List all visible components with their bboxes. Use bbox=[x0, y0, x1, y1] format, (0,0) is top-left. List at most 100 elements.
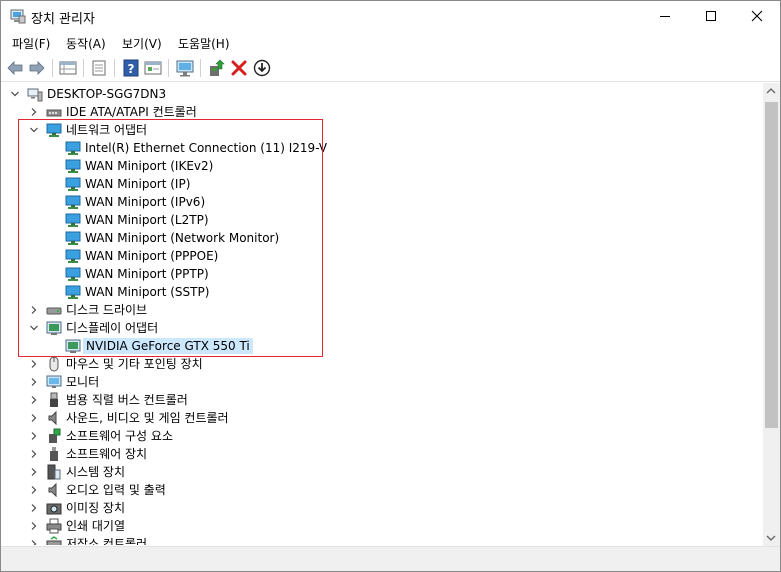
tree-item-wan-network-monitor[interactable]: WAN Miniport (Network Monitor) bbox=[1, 229, 763, 247]
help-icon[interactable]: ? bbox=[121, 58, 141, 78]
chevron-right-icon[interactable] bbox=[29, 467, 39, 477]
print-icon[interactable] bbox=[89, 58, 109, 78]
tree-item-software-components[interactable]: 소프트웨어 구성 요소 bbox=[1, 427, 763, 445]
chevron-right-icon[interactable] bbox=[29, 377, 39, 387]
minimize-button[interactable] bbox=[642, 1, 688, 31]
tree-item-label: WAN Miniport (PPTP) bbox=[85, 267, 209, 281]
close-button[interactable] bbox=[734, 1, 780, 31]
vertical-scroll-thumb[interactable] bbox=[765, 102, 778, 428]
tree-item-system-devices[interactable]: 시스템 장치 bbox=[1, 463, 763, 481]
chevron-right-icon[interactable] bbox=[29, 359, 39, 369]
tree-item-label: 소프트웨어 장치 bbox=[66, 447, 148, 461]
ide-controller-icon bbox=[46, 109, 62, 117]
update-driver-icon[interactable] bbox=[207, 58, 227, 78]
back-icon[interactable] bbox=[5, 58, 25, 78]
monitor-scan-icon[interactable] bbox=[175, 58, 195, 78]
menu-view[interactable]: 보기(V) bbox=[120, 35, 164, 52]
toolbar-separator bbox=[52, 59, 53, 77]
chevron-right-icon[interactable] bbox=[29, 305, 39, 315]
chevron-right-icon[interactable] bbox=[29, 485, 39, 495]
chevron-right-icon[interactable] bbox=[29, 449, 39, 459]
tree-item-label: 디스크 드라이브 bbox=[66, 303, 148, 317]
network-adapter-icon bbox=[65, 231, 81, 245]
speaker-icon bbox=[48, 482, 57, 498]
tree-item-wan-l2tp[interactable]: WAN Miniport (L2TP) bbox=[1, 211, 763, 229]
network-adapter-icon bbox=[65, 141, 81, 155]
tree-item-disk-drives[interactable]: 디스크 드라이브 bbox=[1, 301, 763, 319]
speaker-icon bbox=[48, 410, 57, 426]
tree-item-label: 시스템 장치 bbox=[66, 465, 126, 479]
tree-root[interactable]: DESKTOP-SGG7DN3 bbox=[1, 85, 763, 103]
chevron-right-icon[interactable] bbox=[29, 539, 39, 545]
tree-item-network-adapters[interactable]: 네트워크 어댑터 bbox=[1, 121, 763, 139]
tree-item-print-queues[interactable]: 인쇄 대기열 bbox=[1, 517, 763, 535]
menu-help[interactable]: 도움말(H) bbox=[176, 35, 232, 52]
menu-action[interactable]: 동작(A) bbox=[64, 35, 108, 52]
tree-item-usb-controllers[interactable]: 범용 직렬 버스 컨트롤러 bbox=[1, 391, 763, 409]
tree-item-label: WAN Miniport (L2TP) bbox=[85, 213, 209, 227]
tree-item-wan-ip[interactable]: WAN Miniport (IP) bbox=[1, 175, 763, 193]
chevron-right-icon[interactable] bbox=[29, 107, 39, 117]
maximize-button[interactable] bbox=[688, 1, 734, 31]
tree-item-display-adapters[interactable]: 디스플레이 어댑터 bbox=[1, 319, 763, 337]
properties-grid-icon[interactable] bbox=[58, 58, 78, 78]
tree-item-wan-sstp[interactable]: WAN Miniport (SSTP) bbox=[1, 283, 763, 301]
chevron-down-icon[interactable] bbox=[29, 125, 39, 135]
chevron-right-icon[interactable] bbox=[29, 413, 39, 423]
uninstall-icon[interactable] bbox=[229, 58, 249, 78]
device-tree[interactable]: DESKTOP-SGG7DN3 IDE ATA/ATAPI 컨트롤러 네트워크 … bbox=[1, 83, 763, 545]
menu-bar: 파일(F) 동작(A) 보기(V) 도움말(H) bbox=[1, 32, 780, 54]
tree-item-monitors[interactable]: 모니터 bbox=[1, 373, 763, 391]
monitor-icon bbox=[46, 375, 62, 388]
show-hidden-icon[interactable] bbox=[143, 58, 163, 78]
tree-item-label: IDE ATA/ATAPI 컨트롤러 bbox=[66, 105, 197, 119]
forward-icon[interactable] bbox=[27, 58, 47, 78]
tree-item-label: 오디오 입력 및 출력 bbox=[66, 483, 166, 497]
network-adapter-icon bbox=[65, 213, 81, 227]
chevron-right-icon[interactable] bbox=[29, 521, 39, 531]
tree-item-mice[interactable]: 마우스 및 기타 포인팅 장치 bbox=[1, 355, 763, 373]
scroll-down-arrow-icon[interactable] bbox=[766, 534, 776, 542]
device-manager-window: 장치 관리자 파일(F) 동작(A) 보기(V) 도움말(H) ? DESKTO… bbox=[0, 0, 781, 572]
software-device-icon bbox=[50, 447, 58, 461]
display-adapter-icon bbox=[65, 339, 81, 353]
minimize-icon bbox=[660, 16, 670, 17]
scroll-up-arrow-icon[interactable] bbox=[766, 87, 776, 95]
tree-item-wan-ikev2[interactable]: WAN Miniport (IKEv2) bbox=[1, 157, 763, 175]
tree-item-label: WAN Miniport (Network Monitor) bbox=[85, 231, 280, 245]
camera-icon bbox=[46, 503, 62, 515]
system-device-icon bbox=[47, 464, 61, 480]
status-bar bbox=[1, 546, 780, 571]
title-bar[interactable]: 장치 관리자 bbox=[1, 1, 780, 31]
chevron-right-icon[interactable] bbox=[29, 395, 39, 405]
tree-item-intel-ethernet[interactable]: Intel(R) Ethernet Connection (11) I219-V bbox=[1, 139, 763, 157]
tree-item-audio-io[interactable]: 오디오 입력 및 출력 bbox=[1, 481, 763, 499]
toolbar-separator bbox=[83, 59, 84, 77]
tree-item-storage-controllers[interactable]: 저장소 컨트롤러 bbox=[1, 535, 763, 545]
tree-item-wan-ipv6[interactable]: WAN Miniport (IPv6) bbox=[1, 193, 763, 211]
tree-item-wan-pptp[interactable]: WAN Miniport (PPTP) bbox=[1, 265, 763, 283]
tree-item-imaging-devices[interactable]: 이미징 장치 bbox=[1, 499, 763, 517]
chevron-right-icon[interactable] bbox=[29, 503, 39, 513]
tree-item-label: 저장소 컨트롤러 bbox=[66, 537, 148, 545]
tree-item-ide-controllers[interactable]: IDE ATA/ATAPI 컨트롤러 bbox=[1, 103, 763, 121]
software-component-icon bbox=[49, 428, 61, 443]
toolbar-separator bbox=[114, 59, 115, 77]
tree-item-wan-pppoe[interactable]: WAN Miniport (PPPOE) bbox=[1, 247, 763, 265]
tree-item-sound-controllers[interactable]: 사운드, 비디오 및 게임 컨트롤러 bbox=[1, 409, 763, 427]
chevron-right-icon[interactable] bbox=[29, 431, 39, 441]
network-adapter-icon bbox=[46, 123, 62, 137]
tree-item-label: 소프트웨어 구성 요소 bbox=[66, 429, 173, 443]
tree-item-nvidia-gpu[interactable]: NVIDIA GeForce GTX 550 Ti bbox=[1, 337, 763, 355]
toolbar-separator bbox=[168, 59, 169, 77]
chevron-down-icon[interactable] bbox=[29, 323, 39, 333]
toolbar-separator bbox=[200, 59, 201, 77]
window-title: 장치 관리자 bbox=[31, 12, 95, 27]
tree-item-software-devices[interactable]: 소프트웨어 장치 bbox=[1, 445, 763, 463]
menu-file[interactable]: 파일(F) bbox=[10, 35, 52, 52]
tree-item-label: Intel(R) Ethernet Connection (11) I219-V bbox=[85, 141, 328, 155]
download-icon[interactable] bbox=[252, 58, 272, 78]
chevron-down-icon[interactable] bbox=[10, 89, 20, 99]
tree-item-label: 모니터 bbox=[66, 375, 100, 389]
maximize-icon bbox=[706, 11, 716, 21]
